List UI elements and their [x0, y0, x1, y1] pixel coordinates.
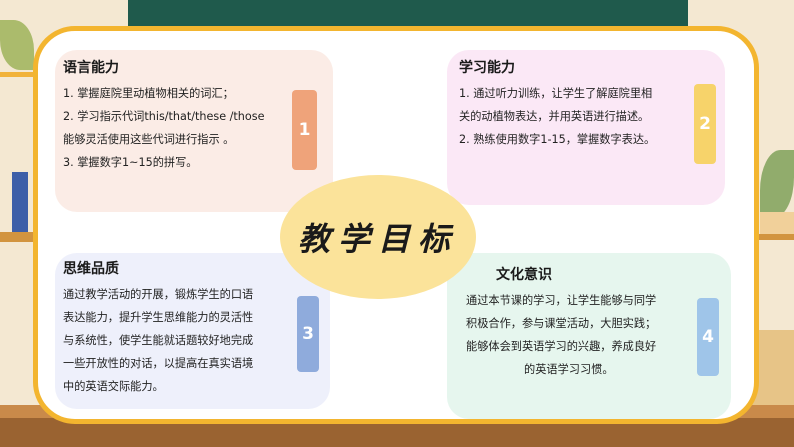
card-3-title: 思维品质 — [63, 261, 119, 277]
card-3-line-1: 通过教学活动的开展，锻炼学生的口语 — [63, 288, 254, 301]
card-1-line-3: 能够灵活使用这些代词进行指示 。 — [63, 133, 235, 146]
card-3-line-5: 中的英语交际能力。 — [63, 380, 164, 393]
center-title: 教学目标 — [297, 220, 458, 258]
card-4-line-3: 能够体会到英语学习的兴趣，养成良好 — [466, 340, 657, 353]
card-1-number: 1 — [298, 120, 311, 140]
card-4-number: 4 — [702, 327, 714, 347]
card-3-number: 3 — [302, 324, 314, 344]
card-1-title: 语言能力 — [63, 60, 119, 76]
card-3-number-tab: 3 — [297, 296, 319, 372]
card-cultural-awareness — [447, 253, 731, 419]
card-2-line-3: 2. 熟练使用数字1-15，掌握数字表达。 — [459, 133, 656, 146]
card-2-title: 学习能力 — [459, 60, 515, 76]
card-1-number-tab: 1 — [292, 90, 317, 170]
card-4-title: 文化意识 — [496, 267, 552, 283]
card-2-line-1: 1. 通过听力训练，让学生了解庭院里相 — [459, 87, 653, 100]
card-4-line-4: 的英语学习习惯。 — [524, 363, 614, 376]
card-1-line-1: 1. 掌握庭院里动植物相关的词汇； — [63, 87, 234, 100]
center-title-ellipse: 教学目标 — [280, 175, 476, 299]
shelf-decoration-left-lower — [0, 232, 34, 242]
card-1-line-2: 2. 学习指示代词this/that/these /those — [63, 110, 265, 123]
card-4-number-tab: 4 — [697, 298, 719, 376]
card-3-line-2: 表达能力，提升学生思维能力的灵活性 — [63, 311, 254, 324]
pot-decoration-right — [760, 212, 794, 234]
card-2-line-2: 关的动植物表达，并用英语进行描述。 — [459, 110, 650, 123]
books-decoration — [12, 172, 28, 240]
card-3-line-3: 与系统性，使学生能就话题较好地完成 — [63, 334, 254, 347]
card-3-line-4: 一些开放性的对话，以提高在真实语境 — [63, 357, 254, 370]
card-4-line-1: 通过本节课的学习，让学生能够与同学 — [466, 294, 657, 307]
card-1-line-4: 3. 掌握数字1~15的拼写。 — [63, 156, 198, 169]
shelf-decoration-right — [754, 234, 794, 240]
card-2-number-tab: 2 — [694, 84, 716, 164]
card-4-line-2: 积极合作，参与课堂活动，大胆实践； — [466, 317, 657, 330]
card-2-number: 2 — [699, 114, 711, 134]
